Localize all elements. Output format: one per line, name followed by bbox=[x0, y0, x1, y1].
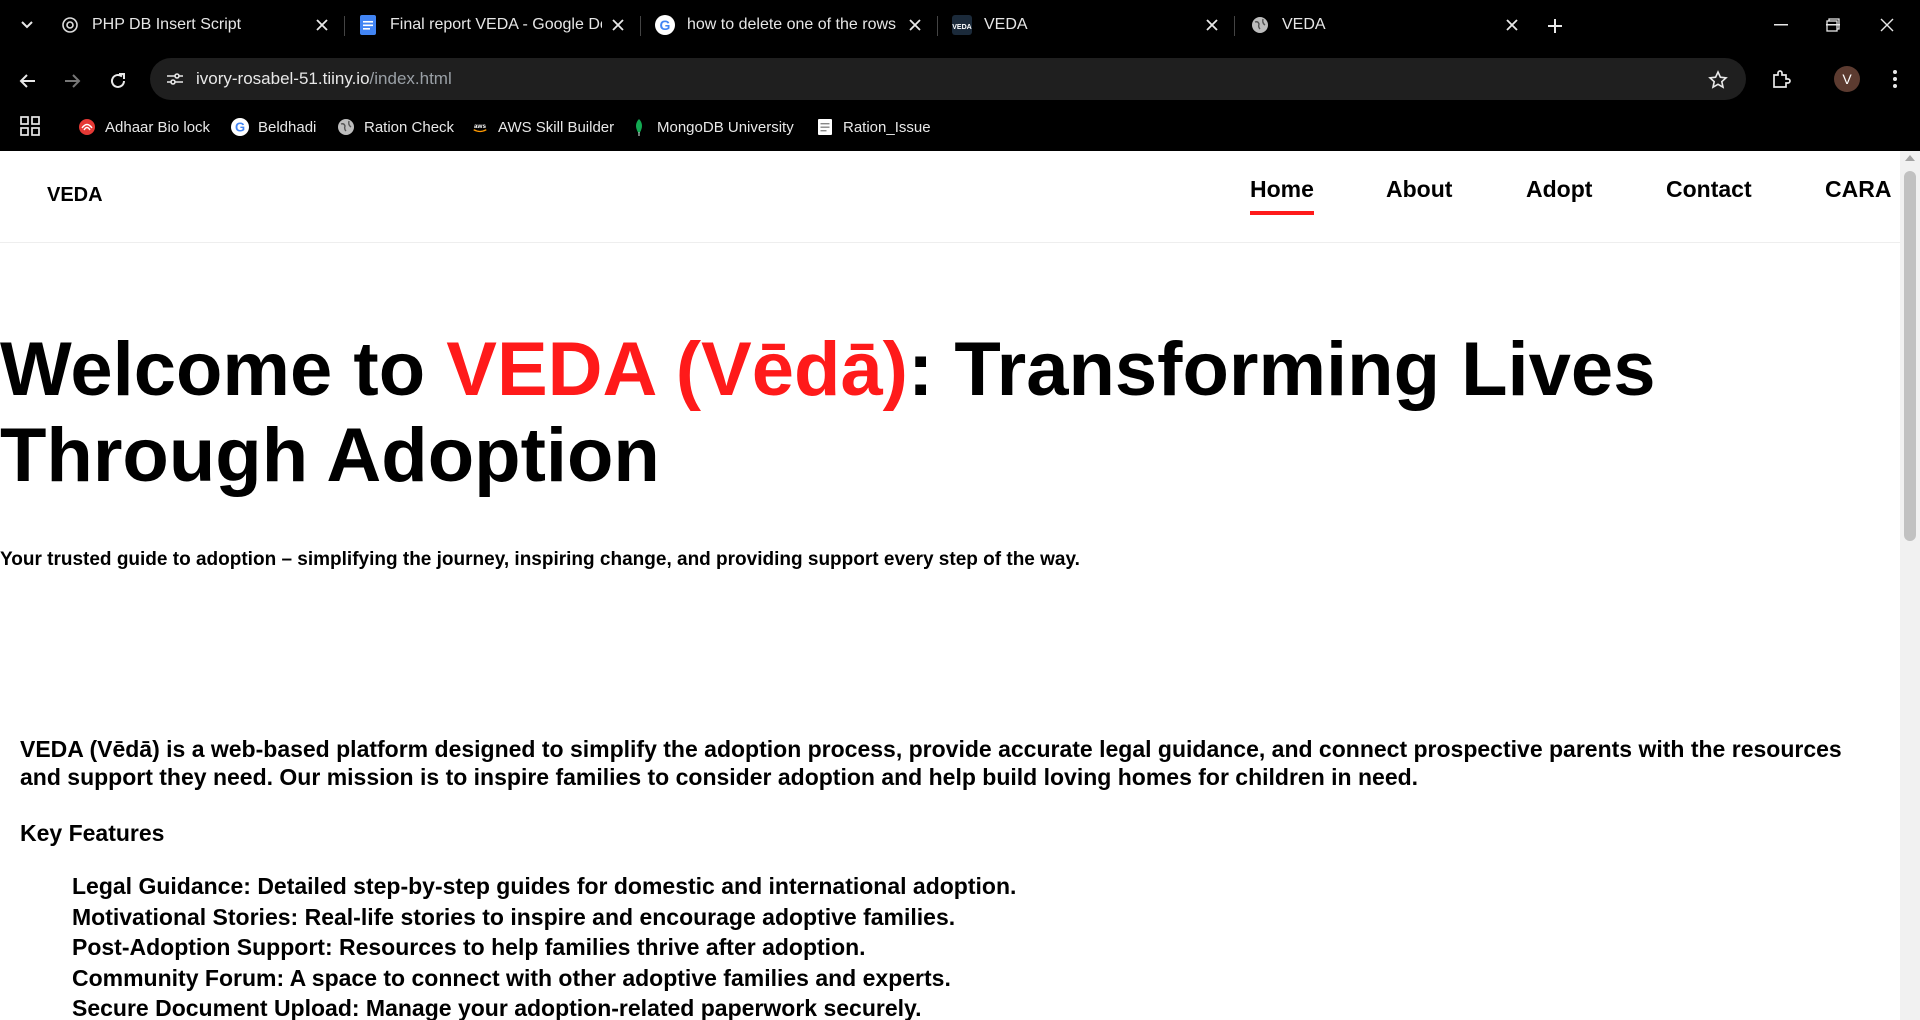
features-list: Legal Guidance: Detailed step-by-step gu… bbox=[72, 871, 1016, 1020]
nav-cara[interactable]: CARA bbox=[1825, 176, 1891, 203]
feature-item: Legal Guidance: Detailed step-by-step gu… bbox=[72, 873, 1017, 899]
close-window-icon[interactable] bbox=[1864, 10, 1910, 40]
bookmark-label: MongoDB University bbox=[657, 118, 794, 136]
url-host: ivory-rosabel-51.tiiny.io bbox=[196, 69, 370, 88]
browser-chrome: PHP DB Insert Script Final report VEDA -… bbox=[0, 0, 1920, 151]
tab-final-report-veda[interactable]: Final report VEDA - Google Docs bbox=[358, 8, 628, 42]
tab-title: PHP DB Insert Script bbox=[92, 16, 242, 33]
tab-title: Final report VEDA - Google Docs bbox=[390, 16, 602, 33]
scroll-up-arrow-icon[interactable] bbox=[1905, 155, 1915, 161]
nav-home[interactable]: Home bbox=[1250, 176, 1314, 215]
feature-item: Secure Document Upload: Manage your adop… bbox=[72, 995, 922, 1020]
features-heading: Key Features bbox=[20, 820, 165, 846]
minimize-window-icon[interactable] bbox=[1758, 10, 1804, 40]
close-tab-icon[interactable] bbox=[312, 15, 332, 35]
tab-veda-2[interactable]: VEDA bbox=[1250, 8, 1522, 42]
site-logo[interactable]: VEDA bbox=[47, 184, 103, 207]
nav-about[interactable]: About bbox=[1386, 176, 1452, 203]
bookmark-ration-check[interactable]: Ration Check bbox=[337, 115, 454, 139]
browser-toolbar: ivory-rosabel-51.tiiny.io/index.html V bbox=[0, 58, 1920, 104]
hero-subtitle: Your trusted guide to adoption – simplif… bbox=[0, 549, 1080, 570]
bookmark-beldhadi[interactable]: G Beldhadi bbox=[231, 115, 316, 139]
tab-divider bbox=[344, 16, 345, 36]
document-icon bbox=[816, 118, 834, 136]
restore-window-icon[interactable] bbox=[1810, 10, 1856, 40]
hero-title-accent: VEDA (Vēdā) bbox=[446, 327, 908, 412]
tab-title: how to delete one of the rows in bbox=[687, 16, 897, 33]
bookmark-label: AWS Skill Builder bbox=[498, 118, 615, 136]
forward-arrow-icon[interactable] bbox=[57, 66, 87, 96]
tab-divider bbox=[937, 16, 938, 36]
close-tab-icon[interactable] bbox=[608, 15, 628, 35]
globe-icon bbox=[1250, 15, 1270, 35]
nav-contact[interactable]: Contact bbox=[1666, 176, 1752, 203]
openai-icon bbox=[60, 15, 80, 35]
reload-icon[interactable] bbox=[103, 66, 133, 96]
svg-text:aws: aws bbox=[474, 123, 486, 130]
tab-title: VEDA bbox=[984, 16, 1028, 33]
feature-item: Community Forum: A space to connect with… bbox=[72, 964, 951, 991]
aws-icon: aws bbox=[471, 118, 489, 136]
bookmark-label: Ration Check bbox=[364, 118, 455, 136]
tab-php-db-insert[interactable]: PHP DB Insert Script bbox=[60, 8, 332, 42]
page-viewport: VEDA Home About Adopt Contact CARA Welco… bbox=[0, 151, 1920, 1020]
bookmark-label: Ration_Issue bbox=[843, 118, 931, 136]
tab-divider bbox=[1234, 16, 1235, 36]
scrollbar-thumb[interactable] bbox=[1904, 171, 1916, 541]
bookmark-star-icon[interactable] bbox=[1706, 68, 1730, 92]
tab-search-chevron-icon[interactable] bbox=[14, 12, 40, 38]
extensions-puzzle-icon[interactable] bbox=[1766, 64, 1796, 94]
address-bar[interactable]: ivory-rosabel-51.tiiny.io/index.html bbox=[150, 58, 1746, 100]
apps-grid-icon[interactable] bbox=[20, 116, 44, 140]
profile-avatar[interactable]: V bbox=[1834, 66, 1860, 92]
svg-text:G: G bbox=[660, 17, 671, 33]
page-scrollbar[interactable] bbox=[1900, 151, 1920, 1020]
mongodb-leaf-icon bbox=[630, 118, 648, 136]
site-info-icon[interactable] bbox=[162, 66, 188, 92]
tab-veda-1[interactable]: VEDA VEDA bbox=[952, 8, 1222, 42]
nav-adopt[interactable]: Adopt bbox=[1526, 176, 1592, 203]
back-arrow-icon[interactable] bbox=[13, 66, 43, 96]
feature-item: Motivational Stories: Real-life stories … bbox=[72, 903, 956, 930]
globe-icon bbox=[337, 118, 355, 136]
bookmarks-bar: Adhaar Bio lock G Beldhadi Ration Check … bbox=[0, 112, 1920, 142]
close-tab-icon[interactable] bbox=[1502, 15, 1522, 35]
veda-favicon: VEDA bbox=[952, 15, 972, 35]
bookmark-adhaar-bio-lock[interactable]: Adhaar Bio lock bbox=[78, 115, 210, 139]
hero-title-prefix: Welcome to bbox=[0, 327, 447, 412]
close-tab-icon[interactable] bbox=[905, 15, 925, 35]
bookmark-ration-issue[interactable]: Ration_Issue bbox=[816, 115, 931, 139]
new-tab-plus-icon[interactable] bbox=[1542, 13, 1568, 39]
tab-how-to-delete-rows[interactable]: G how to delete one of the rows in bbox=[655, 8, 925, 42]
bookmark-aws-skill-builder[interactable]: aws AWS Skill Builder bbox=[471, 115, 614, 139]
svg-text:G: G bbox=[235, 120, 245, 135]
url-path: /index.html bbox=[369, 69, 452, 88]
google-docs-icon bbox=[358, 15, 378, 35]
svg-text:VEDA: VEDA bbox=[952, 24, 971, 31]
feature-item: Post-Adoption Support: Resources to help… bbox=[72, 934, 866, 961]
bookmark-label: Beldhadi bbox=[258, 118, 317, 136]
site-header: VEDA Home About Adopt Contact CARA bbox=[0, 151, 1900, 243]
menu-dots-icon[interactable] bbox=[1880, 64, 1910, 94]
tab-divider bbox=[640, 16, 641, 36]
aadhaar-icon bbox=[78, 118, 96, 136]
bookmark-mongodb-university[interactable]: MongoDB University bbox=[630, 115, 794, 139]
google-icon: G bbox=[231, 118, 249, 136]
google-icon: G bbox=[655, 15, 675, 35]
tab-strip: PHP DB Insert Script Final report VEDA -… bbox=[0, 0, 1920, 50]
about-paragraph: VEDA (Vēdā) is a web-based platform desi… bbox=[20, 736, 1842, 790]
close-tab-icon[interactable] bbox=[1202, 15, 1222, 35]
tab-title: VEDA bbox=[1282, 16, 1326, 33]
hero-title: Welcome to VEDA (Vēdā): Transforming Liv… bbox=[0, 327, 1700, 499]
url-text: ivory-rosabel-51.tiiny.io/index.html bbox=[196, 69, 452, 89]
bookmark-label: Adhaar Bio lock bbox=[105, 118, 211, 136]
